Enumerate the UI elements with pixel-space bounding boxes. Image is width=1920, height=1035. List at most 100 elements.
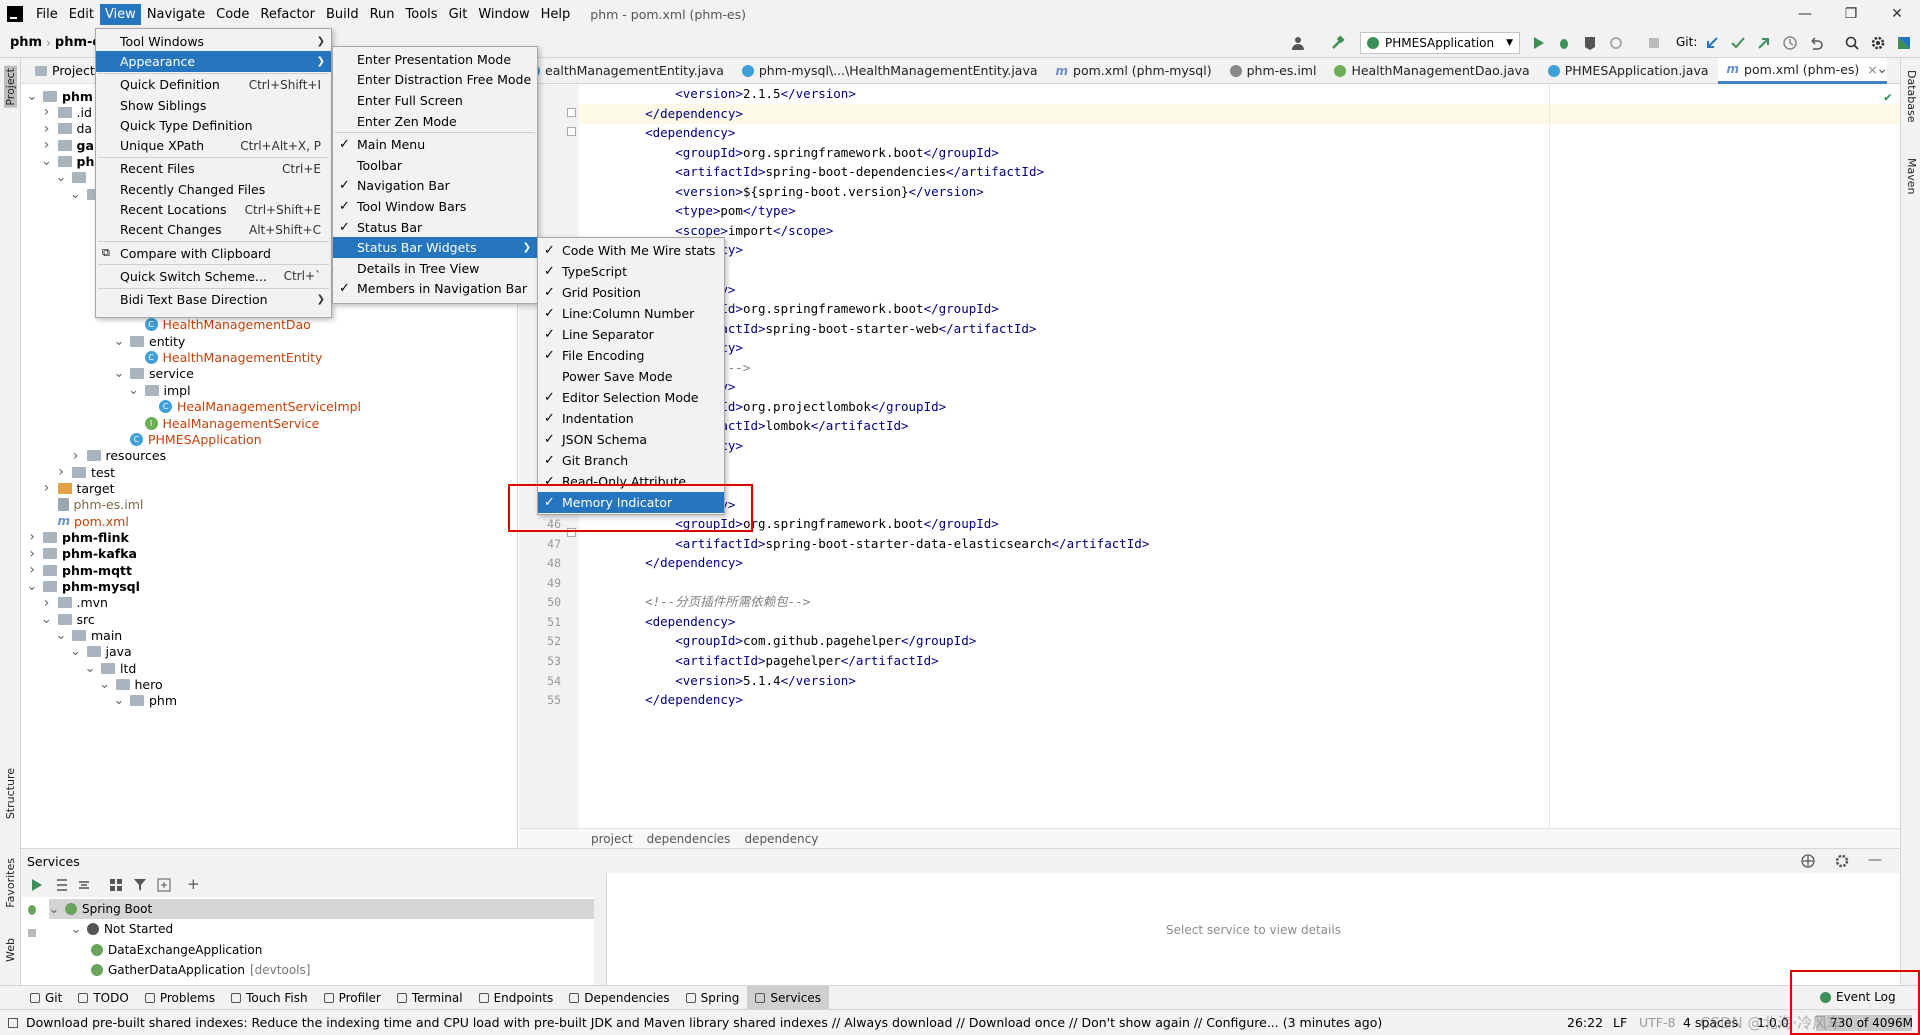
menu-item[interactable]: ✓ TypeScript [538, 261, 724, 282]
menu-item[interactable]: ✓ Line Separator [538, 324, 724, 345]
new-tab-icon[interactable] [157, 878, 171, 892]
service-tree-row[interactable]: ⌄ Spring Boot [49, 899, 594, 919]
maven-tool-tab[interactable]: Maven [1905, 158, 1918, 194]
tool-problems[interactable]: Problems [137, 986, 223, 1010]
editor-tab[interactable]: phm-mysql\...\HealthManagementEntity.jav… [733, 58, 1047, 84]
services-settings-icon[interactable] [1834, 853, 1850, 869]
jetbrains-logo-icon[interactable] [1896, 35, 1912, 51]
filter-icon[interactable] [133, 878, 147, 892]
group-by-icon[interactable] [109, 878, 123, 892]
run-configuration-select[interactable]: PHMESApplication ▼ [1360, 32, 1520, 54]
chevron-right-icon[interactable]: › [56, 464, 66, 480]
menu-item[interactable]: Unique XPath Ctrl+Alt+X, P [96, 136, 331, 156]
file-encoding[interactable]: UTF-8 [1639, 1015, 1675, 1030]
menu-item[interactable]: ✓ Members in Navigation Bar [333, 279, 537, 300]
chevron-down-icon[interactable]: ⌄ [56, 170, 67, 185]
build-hammer-icon[interactable] [1330, 35, 1346, 51]
service-tree-row[interactable]: DataExchangeApplication [91, 940, 262, 960]
menu-navigate[interactable]: Navigate [142, 4, 210, 25]
chevron-down-icon[interactable]: ⌄ [41, 612, 52, 627]
minimize-icon[interactable]: — [1782, 0, 1828, 28]
menu-item[interactable]: Appearance ❯ [96, 51, 331, 72]
fold-marker-icon[interactable] [567, 127, 576, 137]
service-tree-row[interactable]: ⌄ Not Started [71, 919, 174, 939]
menu-file[interactable]: File [31, 4, 63, 25]
menu-view[interactable]: View [99, 3, 141, 25]
menu-item[interactable]: Enter Full Screen [333, 90, 537, 111]
restore-icon[interactable]: ❐ [1828, 0, 1874, 28]
add-service-icon[interactable]: + [187, 875, 200, 893]
tree-row[interactable]: ⌄ phm [114, 691, 178, 711]
close-icon[interactable]: ✕ [1874, 0, 1920, 28]
chevron-down-icon[interactable]: ⌄ [99, 677, 110, 692]
chevron-down-icon[interactable]: ⌄ [114, 693, 125, 708]
status-toggle-icon[interactable] [8, 1017, 18, 1028]
rollback-icon[interactable] [1808, 35, 1824, 51]
nav-crumb-project[interactable]: phm [10, 35, 42, 50]
menu-tools[interactable]: Tools [401, 4, 443, 25]
chevron-down-icon[interactable]: ⌄ [56, 628, 67, 643]
chevron-down-icon[interactable]: ⌄ [85, 661, 96, 676]
tool-profiler[interactable]: Profiler [316, 986, 389, 1010]
menu-item[interactable]: ✓ Grid Position [538, 282, 724, 303]
menu-item[interactable]: Tool Windows ❯ [96, 31, 331, 51]
services-run-icon[interactable] [29, 878, 43, 892]
coverage-icon[interactable] [1582, 35, 1598, 51]
menu-item[interactable]: Power Save Mode [538, 366, 724, 387]
editor-tab[interactable]: PHMESApplication.java [1539, 58, 1718, 84]
menu-item[interactable]: Enter Distraction Free Mode [333, 70, 537, 91]
chevron-right-icon[interactable]: › [42, 121, 52, 137]
chevron-right-icon[interactable]: › [71, 448, 81, 464]
chevron-down-icon[interactable]: ⌄ [114, 334, 125, 349]
chevron-down-icon[interactable]: ⌄ [49, 902, 60, 917]
tool-services[interactable]: Services [747, 985, 829, 1010]
line-separator[interactable]: LF [1613, 1015, 1627, 1030]
chevron-down-icon[interactable]: ⌄ [27, 579, 38, 594]
git-commit-icon[interactable] [1730, 35, 1746, 51]
editor-tab[interactable]: ealthManagementEntity.java [519, 58, 733, 84]
chevron-right-icon[interactable]: › [42, 480, 52, 496]
profiler-icon[interactable] [1608, 35, 1624, 51]
tool-dependencies[interactable]: Dependencies [561, 986, 677, 1010]
menu-item[interactable]: Quick Type Definition [96, 115, 331, 135]
menu-item[interactable]: ✓ Line:Column Number [538, 303, 724, 324]
chevron-down-icon[interactable]: ⌄ [128, 383, 139, 398]
menu-item[interactable]: Status Bar Widgets ❯ [333, 237, 537, 258]
chevron-down-icon[interactable]: ⌄ [70, 187, 81, 202]
menu-item[interactable]: ⧉ Compare with Clipboard [96, 243, 331, 263]
editor-tab[interactable]: m pom.xml (phm-mysql) [1047, 58, 1221, 84]
caret-position[interactable]: 26:22 [1567, 1015, 1603, 1030]
menu-help[interactable]: Help [536, 4, 576, 25]
breadcrumb-item[interactable]: dependencies [647, 832, 731, 846]
menu-item[interactable]: Enter Zen Mode [333, 111, 537, 132]
status-message[interactable]: Download pre-built shared indexes: Reduc… [26, 1015, 1382, 1030]
add-target-icon[interactable] [1800, 853, 1816, 869]
menu-item[interactable]: ✓ Tool Window Bars [333, 196, 537, 217]
menu-item[interactable]: Recent Locations Ctrl+Shift+E [96, 199, 331, 219]
menu-window[interactable]: Window [473, 4, 534, 25]
tool-spring[interactable]: Spring [678, 986, 748, 1010]
structure-tool-tab[interactable]: Structure [4, 768, 17, 819]
project-panel-title[interactable]: Project [52, 63, 95, 78]
menu-item[interactable]: ✓ Navigation Bar [333, 176, 537, 197]
menu-code[interactable]: Code [211, 4, 254, 25]
code-editor[interactable]: <version>2.1.5</version> </dependency> <… [579, 84, 1900, 828]
web-tool-tab[interactable]: Web [4, 938, 17, 962]
menu-item[interactable]: ✓ Git Branch [538, 450, 724, 471]
menu-item[interactable]: ✓ Editor Selection Mode [538, 387, 724, 408]
history-icon[interactable] [1782, 35, 1798, 51]
menu-item[interactable]: ✓ Main Menu [333, 134, 537, 155]
menu-item[interactable]: Details in Tree View [333, 258, 537, 279]
chevron-down-icon[interactable]: ⌄ [27, 89, 38, 104]
chevron-down-icon[interactable]: ⌄ [41, 154, 52, 169]
hide-panel-icon[interactable]: — [1868, 852, 1882, 868]
tool-todo[interactable]: TODO [70, 986, 136, 1010]
tool-touch-fish[interactable]: Touch Fish [223, 986, 315, 1010]
debug-icon[interactable] [1556, 35, 1572, 51]
search-icon[interactable] [1844, 35, 1860, 51]
git-push-icon[interactable] [1756, 35, 1772, 51]
database-tool-tab[interactable]: Database [1905, 70, 1918, 123]
menu-build[interactable]: Build [321, 4, 364, 25]
chevron-down-icon[interactable]: ⌄ [71, 922, 82, 937]
menu-item[interactable]: ✓ File Encoding [538, 345, 724, 366]
